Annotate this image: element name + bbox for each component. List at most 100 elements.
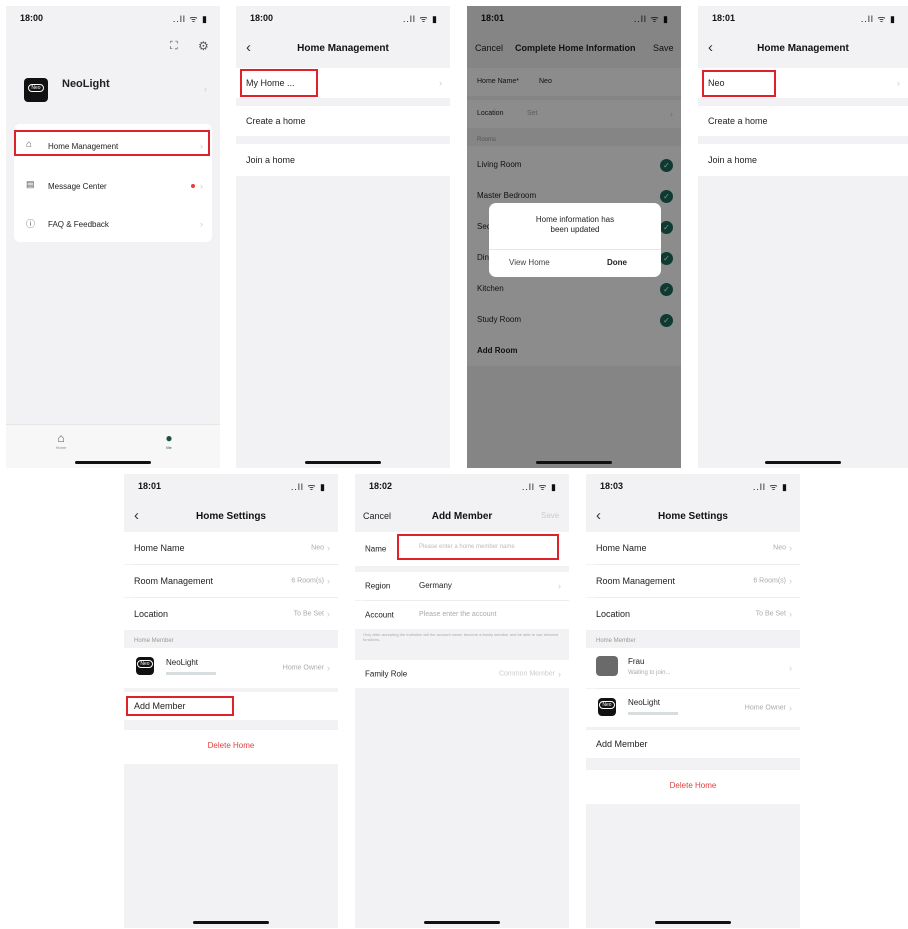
- room-management-row[interactable]: Room Management 6 Room(s) ›: [586, 565, 800, 597]
- status-time: 18:01: [712, 13, 736, 23]
- create-home-button[interactable]: Create a home: [698, 106, 908, 136]
- pending-member-avatar: [596, 656, 618, 676]
- menu-item-message-center[interactable]: ▤ Message Center ›: [14, 172, 212, 202]
- profile-logo: Neo: [24, 78, 48, 102]
- join-home-button[interactable]: Join a home: [236, 144, 450, 176]
- menu-item-label: FAQ & Feedback: [48, 220, 109, 229]
- location-value: To Be Set: [755, 610, 786, 618]
- chevron-right-icon: ›: [439, 78, 442, 88]
- home-name-row[interactable]: Home Name Neo ›: [124, 532, 338, 564]
- page-title: Home Settings: [657, 511, 728, 522]
- location-label: Location: [134, 609, 169, 619]
- status-bar: 18:03 ..ll ᯤ ▮: [586, 474, 800, 500]
- status-time: 18:01: [138, 481, 162, 491]
- status-bar: 18:00 ..ll ᯤ ▮: [6, 6, 220, 32]
- screen-home-settings-pending: 18:03 ..ll ᯤ ▮ ‹ Home Settings Home Name…: [586, 474, 800, 928]
- create-home-label: Create a home: [708, 116, 768, 126]
- page-title: Home Settings: [195, 511, 266, 522]
- join-home-label: Join a home: [708, 155, 758, 165]
- status-icons: ..ll ᯤ ▮: [402, 14, 438, 24]
- menu-item-faq[interactable]: ⓘ FAQ & Feedback ›: [14, 210, 212, 240]
- highlight-home-management: [14, 130, 210, 156]
- member-avatar: Neo: [136, 657, 154, 675]
- member-item-owner[interactable]: Neo NeoLight Home Owner ›: [586, 689, 800, 727]
- join-home-button[interactable]: Join a home: [698, 144, 908, 176]
- account-label: Account: [365, 610, 394, 620]
- location-row[interactable]: Location To Be Set ›: [124, 598, 338, 630]
- add-member-button[interactable]: Add Member: [586, 730, 800, 758]
- chevron-right-icon: ›: [789, 663, 792, 673]
- location-label: Location: [596, 609, 631, 619]
- home-indicator: [765, 461, 841, 464]
- help-icon: ⓘ: [26, 219, 36, 229]
- create-home-button[interactable]: Create a home: [236, 106, 450, 136]
- tab-home[interactable]: ⌂ Home: [46, 431, 76, 450]
- status-icons: ..ll ᯤ ▮: [752, 482, 788, 492]
- location-value: To Be Set: [293, 610, 324, 618]
- tab-me[interactable]: ● Me: [154, 431, 184, 450]
- room-management-label: Room Management: [134, 576, 214, 586]
- status-bar: 18:01 ..ll ᯤ ▮: [698, 6, 908, 32]
- nav-bar: ‹ Home Settings: [586, 500, 800, 534]
- dialog-message-line1: Home information has: [535, 215, 615, 224]
- chevron-right-icon: ›: [327, 663, 330, 673]
- screen-home-management: 18:00 ..ll ᯤ ▮ ‹ Home Management My Home…: [236, 6, 450, 468]
- status-time: 18:00: [250, 13, 274, 23]
- delete-home-label: Delete Home: [669, 781, 717, 790]
- nav-bar: ‹ Home Management: [236, 32, 450, 66]
- status-time: 18:02: [369, 481, 393, 491]
- settings-icon[interactable]: ⚙: [198, 39, 209, 53]
- profile-name: NeoLight: [62, 78, 110, 90]
- chevron-right-icon: ›: [558, 669, 561, 679]
- room-management-row[interactable]: Room Management 6 Room(s) ›: [124, 565, 338, 597]
- save-button[interactable]: Save: [541, 511, 559, 520]
- status-icons: ..ll ᯤ ▮: [172, 14, 208, 24]
- status-icons: ..ll ᯤ ▮: [860, 14, 896, 24]
- dialog-divider: [489, 249, 661, 250]
- nav-bar: ‹ Home Settings: [124, 500, 338, 534]
- member-role: Home Owner: [282, 664, 324, 672]
- done-button[interactable]: Done: [607, 258, 627, 267]
- invitation-hint: Only after accepting the invitation will…: [363, 632, 558, 642]
- member-name: NeoLight: [628, 698, 661, 707]
- region-value: Germany: [419, 581, 452, 590]
- page-title: Home Management: [297, 43, 389, 54]
- menu-item-label: Message Center: [48, 182, 107, 191]
- page-title: Home Management: [757, 43, 849, 54]
- chevron-right-icon: ›: [327, 609, 330, 619]
- chevron-right-icon: ›: [897, 78, 900, 88]
- chevron-right-icon: ›: [200, 219, 203, 229]
- unread-dot-icon: [191, 184, 195, 188]
- room-management-value: 6 Room(s): [753, 577, 786, 585]
- member-section-header: Home Member: [596, 638, 636, 644]
- account-input[interactable]: Please enter the account: [419, 611, 496, 618]
- highlight-name-input: [397, 534, 559, 560]
- status-icons: ..ll ᯤ ▮: [290, 482, 326, 492]
- home-name-label: Home Name: [596, 543, 647, 553]
- delete-home-button[interactable]: Delete Home: [124, 730, 338, 764]
- view-home-button[interactable]: View Home: [509, 258, 550, 267]
- home-indicator: [193, 921, 269, 924]
- member-item[interactable]: Neo NeoLight Home Owner ›: [124, 648, 338, 688]
- location-row[interactable]: Location To Be Set ›: [586, 598, 800, 630]
- profile-chevron-icon[interactable]: ›: [204, 84, 207, 94]
- chevron-right-icon: ›: [200, 181, 203, 191]
- member-item-pending[interactable]: Frau Waiting to join... ›: [586, 648, 800, 688]
- region-row[interactable]: Region Germany ›: [355, 572, 569, 600]
- account-row: Account Please enter the account: [355, 601, 569, 629]
- region-label: Region: [365, 581, 391, 591]
- me-tab-icon: ●: [165, 431, 173, 445]
- home-name-row[interactable]: Home Name Neo ›: [586, 532, 800, 564]
- home-name-value: Neo: [311, 544, 324, 552]
- join-home-label: Join a home: [246, 155, 296, 165]
- scan-icon[interactable]: ⛶: [170, 40, 178, 53]
- home-tab-icon: ⌂: [57, 431, 65, 445]
- tab-me-label: Me: [166, 445, 172, 450]
- member-account-redacted: [166, 672, 216, 675]
- delete-home-button[interactable]: Delete Home: [586, 770, 800, 804]
- family-role-row[interactable]: Family Role Common Member ›: [355, 660, 569, 688]
- highlight-home-item: [240, 69, 318, 97]
- home-name-label: Home Name: [134, 543, 185, 553]
- screen-home-management-updated: 18:01 ..ll ᯤ ▮ ‹ Home Management Neo › C…: [698, 6, 908, 468]
- home-indicator: [75, 461, 151, 464]
